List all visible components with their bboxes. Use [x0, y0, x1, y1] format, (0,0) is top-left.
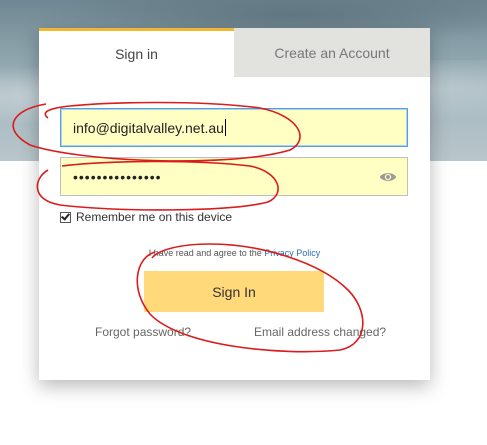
remember-me-row: Remember me on this device [60, 210, 232, 224]
text-caret [224, 119, 226, 136]
sign-in-button[interactable]: Sign In [144, 271, 324, 312]
email-field[interactable]: info@digitalvalley.net.au [60, 108, 408, 147]
email-value: info@digitalvalley.net.au [73, 119, 224, 136]
login-card: Sign in Create an Account info@digitalva… [39, 28, 430, 380]
agree-prefix: I have read and agree to the [148, 248, 262, 258]
forgot-password-link[interactable]: Forgot password? [95, 325, 191, 339]
privacy-agreement-text: I have read and agree to the Privacy Pol… [39, 248, 430, 258]
tab-sign-in[interactable]: Sign in [39, 28, 234, 77]
remember-me-label: Remember me on this device [76, 210, 233, 224]
password-value: ••••••••••••••• [73, 168, 162, 185]
tab-create-account-label: Create an Account [274, 44, 390, 61]
eye-icon[interactable] [379, 168, 397, 186]
privacy-policy-link[interactable]: Privacy Policy [264, 248, 320, 258]
tab-create-account[interactable]: Create an Account [234, 28, 430, 77]
email-address-changed-link[interactable]: Email address changed? [254, 325, 386, 339]
password-field[interactable]: ••••••••••••••• [60, 157, 408, 196]
tab-sign-in-label: Sign in [115, 46, 158, 62]
remember-me-checkbox[interactable] [60, 211, 71, 223]
